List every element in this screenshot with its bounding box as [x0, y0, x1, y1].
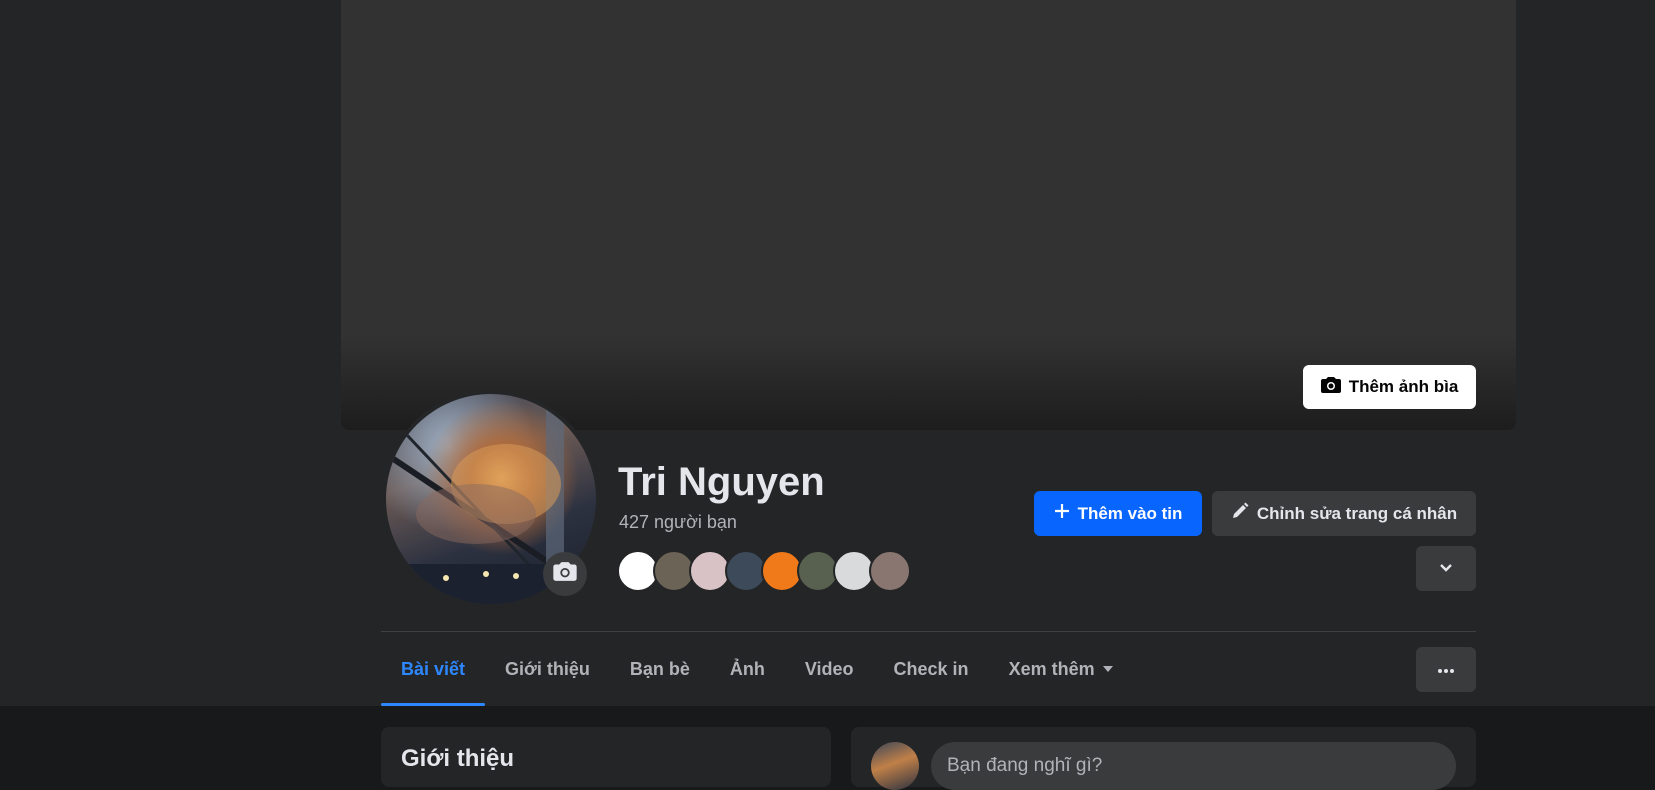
intro-card: Giới thiệu [381, 727, 831, 787]
chevron-down-icon [1439, 560, 1453, 578]
profile-name: Tri Nguyen [618, 460, 825, 504]
more-options-button[interactable] [1416, 647, 1476, 692]
friends-count-link[interactable]: 427 người bạn [619, 512, 737, 533]
add-cover-photo-button[interactable]: Thêm ảnh bìa [1303, 365, 1476, 409]
edit-profile-label: Chỉnh sửa trang cá nhân [1256, 503, 1458, 523]
camera-icon [553, 561, 577, 587]
composer-avatar[interactable] [871, 742, 919, 790]
caret-down-icon [1102, 666, 1113, 672]
tab-posts[interactable]: Bài viết [381, 632, 486, 706]
ellipsis-icon [1437, 661, 1455, 679]
profile-tabs: Bài viết Giới thiệu Bạn bè Ảnh Video Che… [381, 632, 1133, 706]
friend-avatars [617, 550, 911, 592]
add-cover-photo-label: Thêm ảnh bìa [1348, 377, 1459, 396]
intro-title: Giới thiệu [401, 745, 515, 772]
add-to-story-button[interactable]: Thêm vào tin [1034, 491, 1202, 536]
tab-photos[interactable]: Ảnh [710, 632, 785, 706]
tab-friends[interactable]: Bạn bè [610, 632, 710, 706]
profile-options-dropdown[interactable] [1416, 546, 1476, 591]
add-to-story-label: Thêm vào tin [1077, 503, 1183, 523]
pencil-icon [1231, 502, 1249, 525]
friend-avatar[interactable] [869, 550, 911, 592]
tab-check-ins[interactable]: Check in [874, 632, 989, 706]
tab-videos[interactable]: Video [785, 632, 874, 706]
tab-about[interactable]: Giới thiệu [485, 632, 610, 706]
post-composer: Bạn đang nghĩ gì? [851, 727, 1476, 790]
composer-input[interactable]: Bạn đang nghĩ gì? [931, 742, 1456, 790]
tab-see-more[interactable]: Xem thêm [989, 632, 1133, 706]
camera-icon [1320, 376, 1341, 399]
edit-profile-button[interactable]: Chỉnh sửa trang cá nhân [1212, 491, 1476, 536]
update-avatar-button[interactable] [543, 552, 587, 596]
plus-icon [1054, 503, 1070, 524]
